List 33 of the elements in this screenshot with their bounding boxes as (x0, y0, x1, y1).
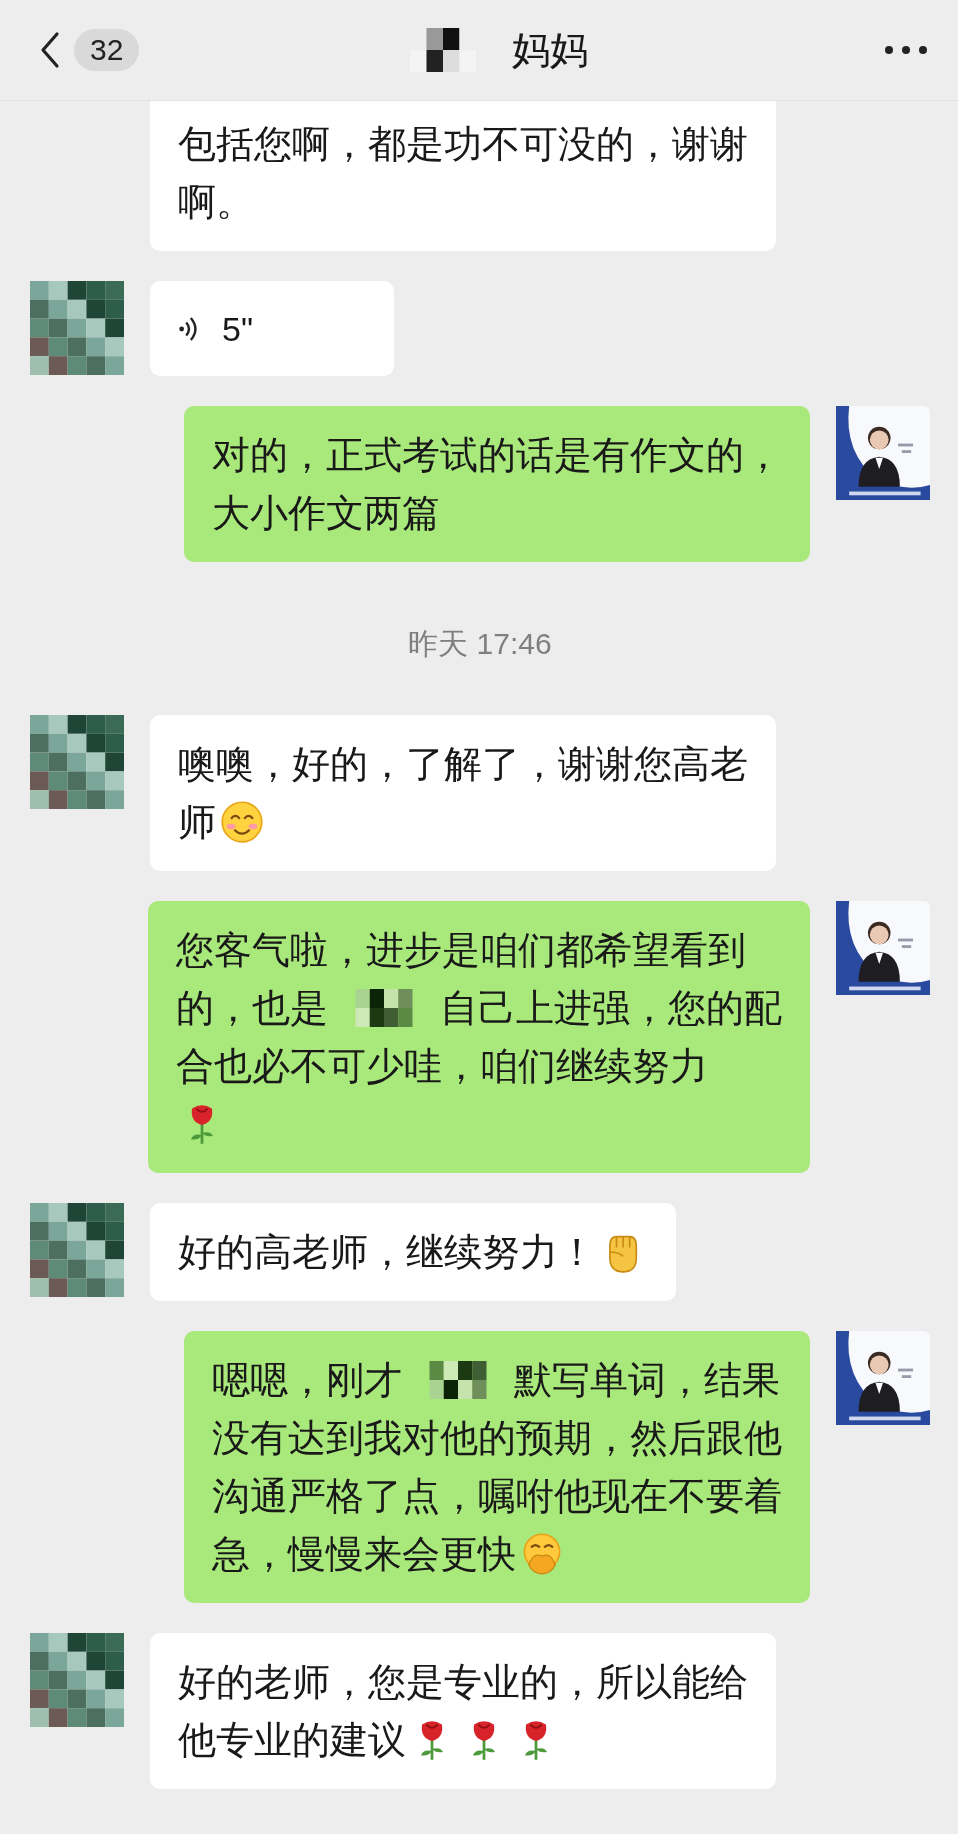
message-text: 对的，正式考试的话是有作文的， (212, 433, 782, 478)
unread-count: 32 (74, 29, 140, 71)
message-text: 好的高老师，继续努力！ (178, 1230, 596, 1275)
message-text: 没有达到我对他的预期，然后跟他 (212, 1416, 782, 1461)
message-text: 大小作文两篇 (212, 491, 440, 536)
message-text: 您客气啦，进步是咱们都希望看到 (176, 928, 746, 973)
back-icon[interactable] (40, 31, 60, 69)
message-text: 啊。 (178, 180, 254, 225)
avatar[interactable] (30, 1633, 124, 1727)
message-text: 默写单词，结果 (514, 1358, 780, 1403)
message-text: 他专业的建议 (178, 1718, 406, 1763)
voice-message[interactable]: 5" (150, 281, 394, 376)
message-text: 合也必不可少哇，咱们继续努力 (176, 1044, 708, 1089)
message-text: 的，也是 (176, 986, 328, 1031)
message-text: 沟通严格了点，嘱咐他现在不要着 (212, 1474, 782, 1519)
avatar[interactable] (30, 281, 124, 375)
timestamp: 昨天 17:46 (408, 626, 552, 662)
voice-duration: 5" (222, 308, 253, 350)
avatar[interactable] (30, 1203, 124, 1297)
avatar[interactable] (836, 1331, 930, 1425)
message-text: 师 (178, 800, 216, 845)
chat-title: 妈妈 (512, 27, 588, 73)
smiling-face-icon (220, 799, 264, 845)
avatar[interactable] (836, 901, 930, 995)
avatar[interactable] (30, 715, 124, 809)
message-text: 好的老师，您是专业的，所以能给 (178, 1660, 748, 1705)
message-text: 自己上进强，您的配 (440, 986, 782, 1031)
message-text: 嗯嗯，刚才 (212, 1358, 402, 1403)
avatar[interactable] (836, 406, 930, 500)
message-text: 噢噢，好的，了解了，谢谢您高老 (178, 742, 748, 787)
message-text: 急，慢慢来会更快 (212, 1532, 516, 1577)
more-icon[interactable] (884, 45, 928, 55)
message-text: 包括您啊，都是功不可没的，谢谢 (178, 122, 748, 167)
